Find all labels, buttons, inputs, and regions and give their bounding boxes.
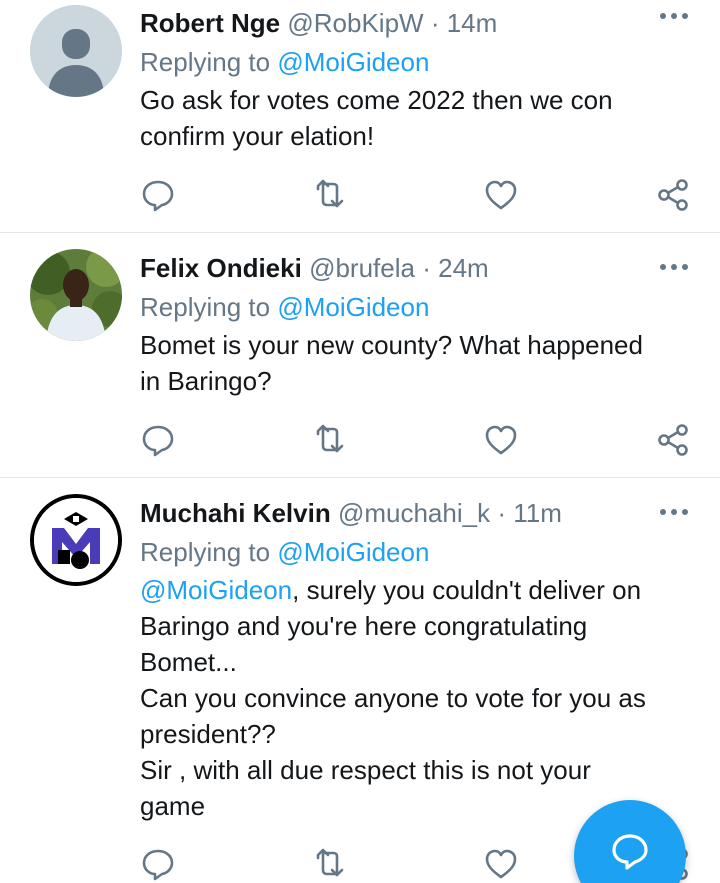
tweet-text-line: Go ask for votes come 2022 then we con	[140, 85, 613, 115]
tweet-text-line: in Baringo?	[140, 366, 272, 396]
tweet-text: Bomet is your new county? What happened …	[140, 327, 700, 399]
share-icon[interactable]	[655, 177, 691, 213]
user-handle[interactable]: @brufela	[309, 253, 415, 283]
tweet-text-line: Sir , with all due respect this is not y…	[140, 755, 591, 785]
tweet-header: Muchahi Kelvin @muchahi_k · 11m	[140, 496, 700, 530]
retweet-icon[interactable]	[312, 177, 348, 213]
tweet-text: @MoiGideon, surely you couldn't deliver …	[140, 572, 700, 824]
tweet-header: Robert Nge @RobKipW · 14m	[140, 6, 700, 40]
replying-to-mention[interactable]: @MoiGideon	[277, 537, 429, 567]
tweet-text-line: Bomet is your new county? What happened	[140, 330, 643, 360]
tweet-text-line: president??	[140, 719, 276, 749]
avatar[interactable]	[30, 494, 122, 586]
timestamp[interactable]: 24m	[438, 253, 489, 283]
replying-to-label: Replying to	[140, 47, 278, 77]
tweet-item[interactable]: Felix Ondieki @brufela · 24m Replying to…	[0, 233, 720, 478]
replying-to-label: Replying to	[140, 292, 278, 322]
avatar[interactable]	[30, 249, 122, 341]
replying-to: Replying to @MoiGideon	[140, 289, 700, 325]
display-name[interactable]: Muchahi Kelvin	[140, 498, 331, 528]
more-options-icon[interactable]	[658, 502, 690, 522]
separator-dot: ·	[497, 498, 506, 528]
display-name[interactable]: Robert Nge	[140, 8, 280, 38]
display-name[interactable]: Felix Ondieki	[140, 253, 302, 283]
tweet-text: Go ask for votes come 2022 then we con c…	[140, 82, 700, 154]
user-handle[interactable]: @RobKipW	[287, 8, 423, 38]
retweet-icon[interactable]	[312, 422, 348, 458]
timestamp[interactable]: 14m	[447, 8, 498, 38]
heart-icon[interactable]	[483, 177, 519, 213]
heart-icon[interactable]	[483, 846, 519, 882]
tweet-text-fragment: , surely you couldn't deliver on	[292, 575, 642, 605]
tweet-text-line: Baringo and you're here congratulating	[140, 611, 588, 641]
reply-icon[interactable]	[140, 846, 176, 882]
timestamp[interactable]: 11m	[513, 498, 562, 528]
profile-photo	[30, 249, 122, 341]
replying-to: Replying to @MoiGideon	[140, 44, 700, 80]
tweet-header: Felix Ondieki @brufela · 24m	[140, 251, 700, 285]
more-options-icon[interactable]	[658, 6, 690, 26]
retweet-icon[interactable]	[312, 846, 348, 882]
replying-to-mention[interactable]: @MoiGideon	[277, 292, 429, 322]
more-options-icon[interactable]	[658, 257, 690, 277]
heart-icon[interactable]	[483, 422, 519, 458]
share-icon[interactable]	[655, 422, 691, 458]
body-mention[interactable]: @MoiGideon	[140, 575, 292, 605]
default-avatar-icon	[30, 5, 122, 97]
reply-icon[interactable]	[140, 422, 176, 458]
tweet-actions	[140, 177, 700, 213]
replying-to-label: Replying to	[140, 537, 278, 567]
tweet-feed: Robert Nge @RobKipW · 14m Replying to @M…	[0, 0, 720, 883]
tweet-item[interactable]: Robert Nge @RobKipW · 14m Replying to @M…	[0, 0, 720, 233]
separator-dot: ·	[422, 253, 431, 283]
logo-m-avatar	[34, 498, 118, 582]
tweet-text-line: confirm your elation!	[140, 121, 375, 151]
separator-dot: ·	[430, 8, 440, 38]
tweet-text-line: Bomet...	[140, 647, 237, 677]
tweet-text-line: @MoiGideon, surely you couldn't deliver …	[140, 572, 700, 608]
compose-reply-icon	[612, 834, 648, 870]
replying-to-mention[interactable]: @MoiGideon	[277, 47, 429, 77]
user-handle[interactable]: @muchahi_k	[338, 498, 490, 528]
reply-icon[interactable]	[140, 177, 176, 213]
tweet-actions	[140, 422, 700, 458]
avatar[interactable]	[30, 5, 122, 97]
replying-to: Replying to @MoiGideon	[140, 534, 700, 570]
tweet-text-line: Can you convince anyone to vote for you …	[140, 683, 646, 713]
